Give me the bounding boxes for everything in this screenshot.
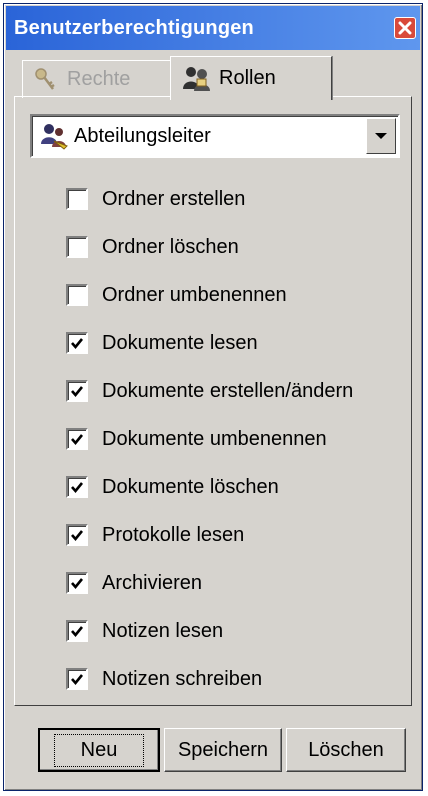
checkmark-icon bbox=[71, 338, 84, 350]
permission-label: Dokumente lesen bbox=[102, 331, 258, 354]
permission-item[interactable]: Protokolle lesen bbox=[66, 522, 396, 548]
tab-rechte-label: Rechte bbox=[67, 68, 131, 90]
chevron-down-icon bbox=[375, 133, 387, 139]
permission-checkbox[interactable] bbox=[66, 188, 88, 210]
permission-item[interactable]: Dokumente löschen bbox=[66, 474, 396, 500]
role-select-value: Abteilungsleiter bbox=[74, 124, 211, 147]
permission-item[interactable]: Ordner umbenennen bbox=[66, 282, 396, 308]
permission-label: Ordner umbenennen bbox=[102, 283, 287, 306]
permission-item[interactable]: Archivieren bbox=[66, 570, 396, 596]
checkmark-icon bbox=[71, 434, 84, 446]
close-icon bbox=[398, 21, 412, 35]
delete-button[interactable]: Löschen bbox=[286, 728, 406, 772]
permission-item[interactable]: Dokumente umbenennen bbox=[66, 426, 396, 452]
checkmark-icon bbox=[71, 482, 84, 494]
permission-item[interactable]: Dokumente erstellen/ändern bbox=[66, 378, 396, 404]
tab-rechte[interactable]: Rechte bbox=[22, 60, 172, 98]
role-users-icon bbox=[41, 124, 68, 150]
permission-label: Archivieren bbox=[102, 571, 203, 594]
new-button-label: Neu bbox=[53, 733, 145, 767]
permission-label: Dokumente löschen bbox=[102, 475, 279, 498]
permission-checkbox[interactable] bbox=[66, 284, 88, 306]
permission-item[interactable]: Dokumente lesen bbox=[66, 330, 396, 356]
users-icon bbox=[183, 66, 210, 91]
checkmark-icon bbox=[71, 626, 84, 638]
permission-label: Dokumente erstellen/ändern bbox=[102, 379, 354, 402]
permission-checkbox[interactable] bbox=[66, 572, 88, 594]
checkmark-icon bbox=[71, 578, 84, 590]
save-button[interactable]: Speichern bbox=[164, 728, 282, 772]
permission-item[interactable]: Notizen schreiben bbox=[66, 666, 396, 692]
permission-label: Ordner löschen bbox=[102, 235, 239, 258]
permission-checkbox[interactable] bbox=[66, 380, 88, 402]
permission-checkbox[interactable] bbox=[66, 332, 88, 354]
tab-strip: Rechte Rollen bbox=[14, 56, 414, 100]
permission-checkbox[interactable] bbox=[66, 428, 88, 450]
permission-checkbox[interactable] bbox=[66, 668, 88, 690]
permission-checkbox[interactable] bbox=[66, 524, 88, 546]
role-select-dropdown-button[interactable] bbox=[366, 118, 396, 154]
title-bar[interactable]: Benutzerberechtigungen bbox=[6, 6, 420, 50]
window-title: Benutzerberechtigungen bbox=[14, 16, 254, 39]
tab-rollen-label: Rollen bbox=[219, 67, 276, 89]
permission-item[interactable]: Ordner erstellen bbox=[66, 186, 396, 212]
permission-label: Notizen schreiben bbox=[102, 667, 263, 690]
permission-checkbox[interactable] bbox=[66, 620, 88, 642]
close-button[interactable] bbox=[394, 17, 416, 39]
new-button[interactable]: Neu bbox=[38, 728, 160, 772]
permission-label: Dokumente umbenennen bbox=[102, 427, 327, 450]
permission-item[interactable]: Notizen lesen bbox=[66, 618, 396, 644]
permission-checkbox[interactable] bbox=[66, 476, 88, 498]
permission-item[interactable]: Ordner löschen bbox=[66, 234, 396, 260]
permission-label: Notizen lesen bbox=[102, 619, 224, 642]
tab-rollen[interactable]: Rollen bbox=[170, 56, 332, 100]
checkmark-icon bbox=[71, 386, 84, 398]
role-select[interactable]: Abteilungsleiter bbox=[30, 114, 400, 158]
keys-icon bbox=[35, 67, 55, 90]
permission-checkbox[interactable] bbox=[66, 236, 88, 258]
permission-label: Protokolle lesen bbox=[102, 523, 245, 546]
checkmark-icon bbox=[71, 674, 84, 686]
permission-label: Ordner erstellen bbox=[102, 187, 246, 210]
checkmark-icon bbox=[71, 530, 84, 542]
